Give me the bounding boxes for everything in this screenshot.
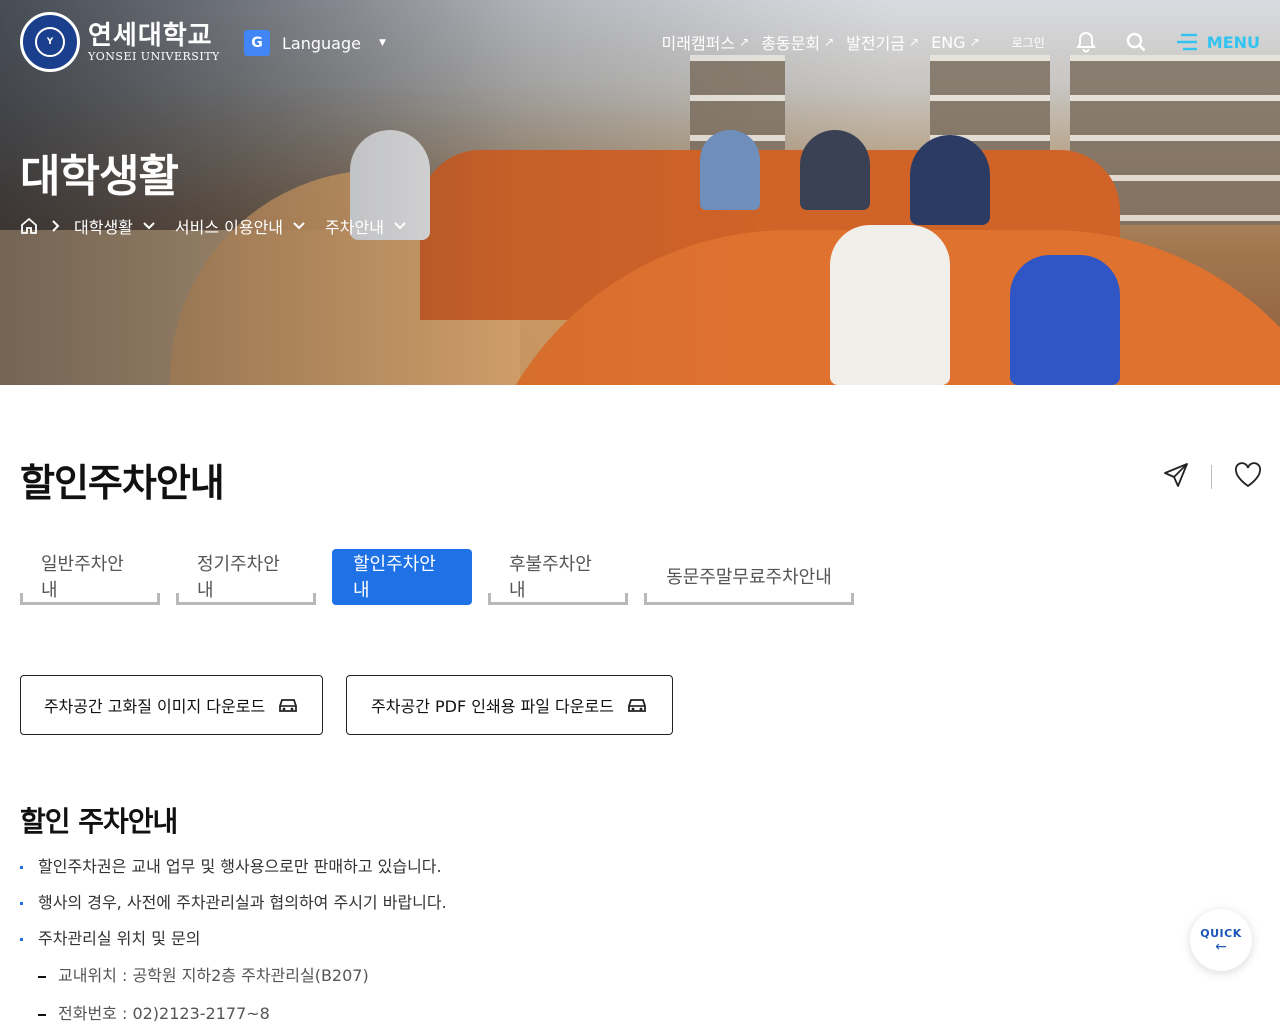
hamburger-icon <box>1176 33 1197 51</box>
external-link-icon: ↗ <box>969 35 980 49</box>
logo-korean-name: 연세대학교 <box>88 20 213 51</box>
breadcrumb-label: 서비스 이용안내 <box>174 218 284 237</box>
download-image-label: 주차공간 고화질 이미지 다운로드 <box>43 697 266 716</box>
menu-button[interactable]: MENU <box>1175 32 1260 52</box>
tab-alumni-weekend-parking[interactable]: 동문주말무료주차안내 <box>644 549 854 605</box>
location-item: 교내위치 : 공학원 지하2층 주차관리실(B207) <box>38 965 369 1003</box>
tab-postpaid-parking[interactable]: 후불주차안내 <box>488 549 628 605</box>
chevron-down-icon <box>143 222 155 230</box>
menu-label: MENU <box>1206 32 1260 52</box>
university-seal-icon: Y <box>20 12 80 72</box>
breadcrumb-item-parking[interactable]: 주차안내 <box>325 214 406 238</box>
language-label: Language <box>282 33 361 53</box>
arrow-left-icon: ← <box>1215 938 1227 955</box>
chevron-down-icon <box>293 222 305 230</box>
caret-down-icon: ▼ <box>378 38 386 48</box>
breadcrumb-item-services[interactable]: 서비스 이용안내 <box>175 214 305 238</box>
breadcrumb-label: 대학생활 <box>74 218 133 237</box>
top-navigation: 미래캠퍼스 ↗ 총동문회 ↗ 발전기금 ↗ ENG ↗ 로그인 MENU <box>662 30 1260 54</box>
download-pdf-label: 주차공간 PDF 인쇄용 파일 다운로드 <box>371 697 614 716</box>
contact-sub-list: 교내위치 : 공학원 지하2층 주차관리실(B207) 전화번호 : 02)21… <box>38 965 369 1024</box>
car-icon <box>279 699 298 712</box>
breadcrumb-label: 주차안내 <box>325 218 384 237</box>
heart-icon[interactable] <box>1234 462 1262 492</box>
parking-tabs: 일반주차안내 정기주차안내 할인주차안내 후불주차안내 동문주말무료주차안내 <box>20 549 854 605</box>
search-icon[interactable] <box>1125 31 1147 53</box>
nav-link-label: 발전기금 <box>846 34 906 53</box>
google-translate-icon: G <box>244 30 270 56</box>
breadcrumb-item-campus-life[interactable]: 대학생활 <box>74 214 155 238</box>
nav-link-label: ENG <box>931 32 966 52</box>
page-title: 할인주차안내 <box>20 461 225 505</box>
nav-link-development-fund[interactable]: 발전기금 ↗ <box>846 30 919 54</box>
section-title: 할인 주차안내 <box>20 805 178 838</box>
logo-english-name: YONSEI UNIVERSITY <box>88 49 220 63</box>
tab-regular-parking[interactable]: 정기주차안내 <box>176 549 316 605</box>
nav-link-label: 총동문회 <box>761 34 821 53</box>
external-link-icon: ↗ <box>739 35 750 49</box>
chevron-down-icon <box>394 222 406 230</box>
nav-link-alumni[interactable]: 총동문회 ↗ <box>761 30 834 54</box>
page-tools <box>1163 462 1262 492</box>
university-logo[interactable]: Y 연세대학교 YONSEI UNIVERSITY <box>20 12 220 72</box>
hero-title: 대학생활 <box>20 151 179 202</box>
download-pdf-button[interactable]: 주차공간 PDF 인쇄용 파일 다운로드 <box>346 675 673 735</box>
tools-divider <box>1211 465 1212 489</box>
language-selector[interactable]: G Language ▼ <box>244 30 386 56</box>
nav-link-eng[interactable]: ENG ↗ <box>931 33 980 52</box>
bell-icon[interactable] <box>1075 31 1097 53</box>
info-bullets: 할인주차권은 교내 업무 및 행사용으로만 판매하고 있습니다. 행사의 경우,… <box>20 855 447 963</box>
quick-menu-button[interactable]: QUICK ← <box>1190 909 1252 971</box>
share-icon[interactable] <box>1163 462 1189 492</box>
quick-label: QUICK <box>1200 926 1242 940</box>
external-link-icon: ↗ <box>824 35 835 49</box>
nav-link-future-campus[interactable]: 미래캠퍼스 ↗ <box>662 30 750 54</box>
external-link-icon: ↗ <box>909 35 920 49</box>
nav-link-label: 미래캠퍼스 <box>661 34 736 53</box>
list-item: 할인주차권은 교내 업무 및 행사용으로만 판매하고 있습니다. <box>20 855 447 891</box>
list-item: 주차관리실 위치 및 문의 <box>20 927 447 963</box>
car-icon <box>628 699 646 712</box>
tab-general-parking[interactable]: 일반주차안내 <box>20 549 160 605</box>
download-image-button[interactable]: 주차공간 고화질 이미지 다운로드 <box>20 675 323 735</box>
list-item: 행사의 경우, 사전에 주차관리실과 협의하여 주시기 바랍니다. <box>20 891 447 927</box>
tab-discount-parking[interactable]: 할인주차안내 <box>332 549 472 605</box>
phone-item: 전화번호 : 02)2123-2177~8 <box>38 1003 369 1024</box>
breadcrumb: 대학생활 서비스 이용안내 주차안내 <box>20 214 426 238</box>
chevron-right-icon <box>52 220 60 232</box>
login-link[interactable]: 로그인 <box>1012 34 1045 51</box>
home-icon[interactable] <box>20 217 38 235</box>
